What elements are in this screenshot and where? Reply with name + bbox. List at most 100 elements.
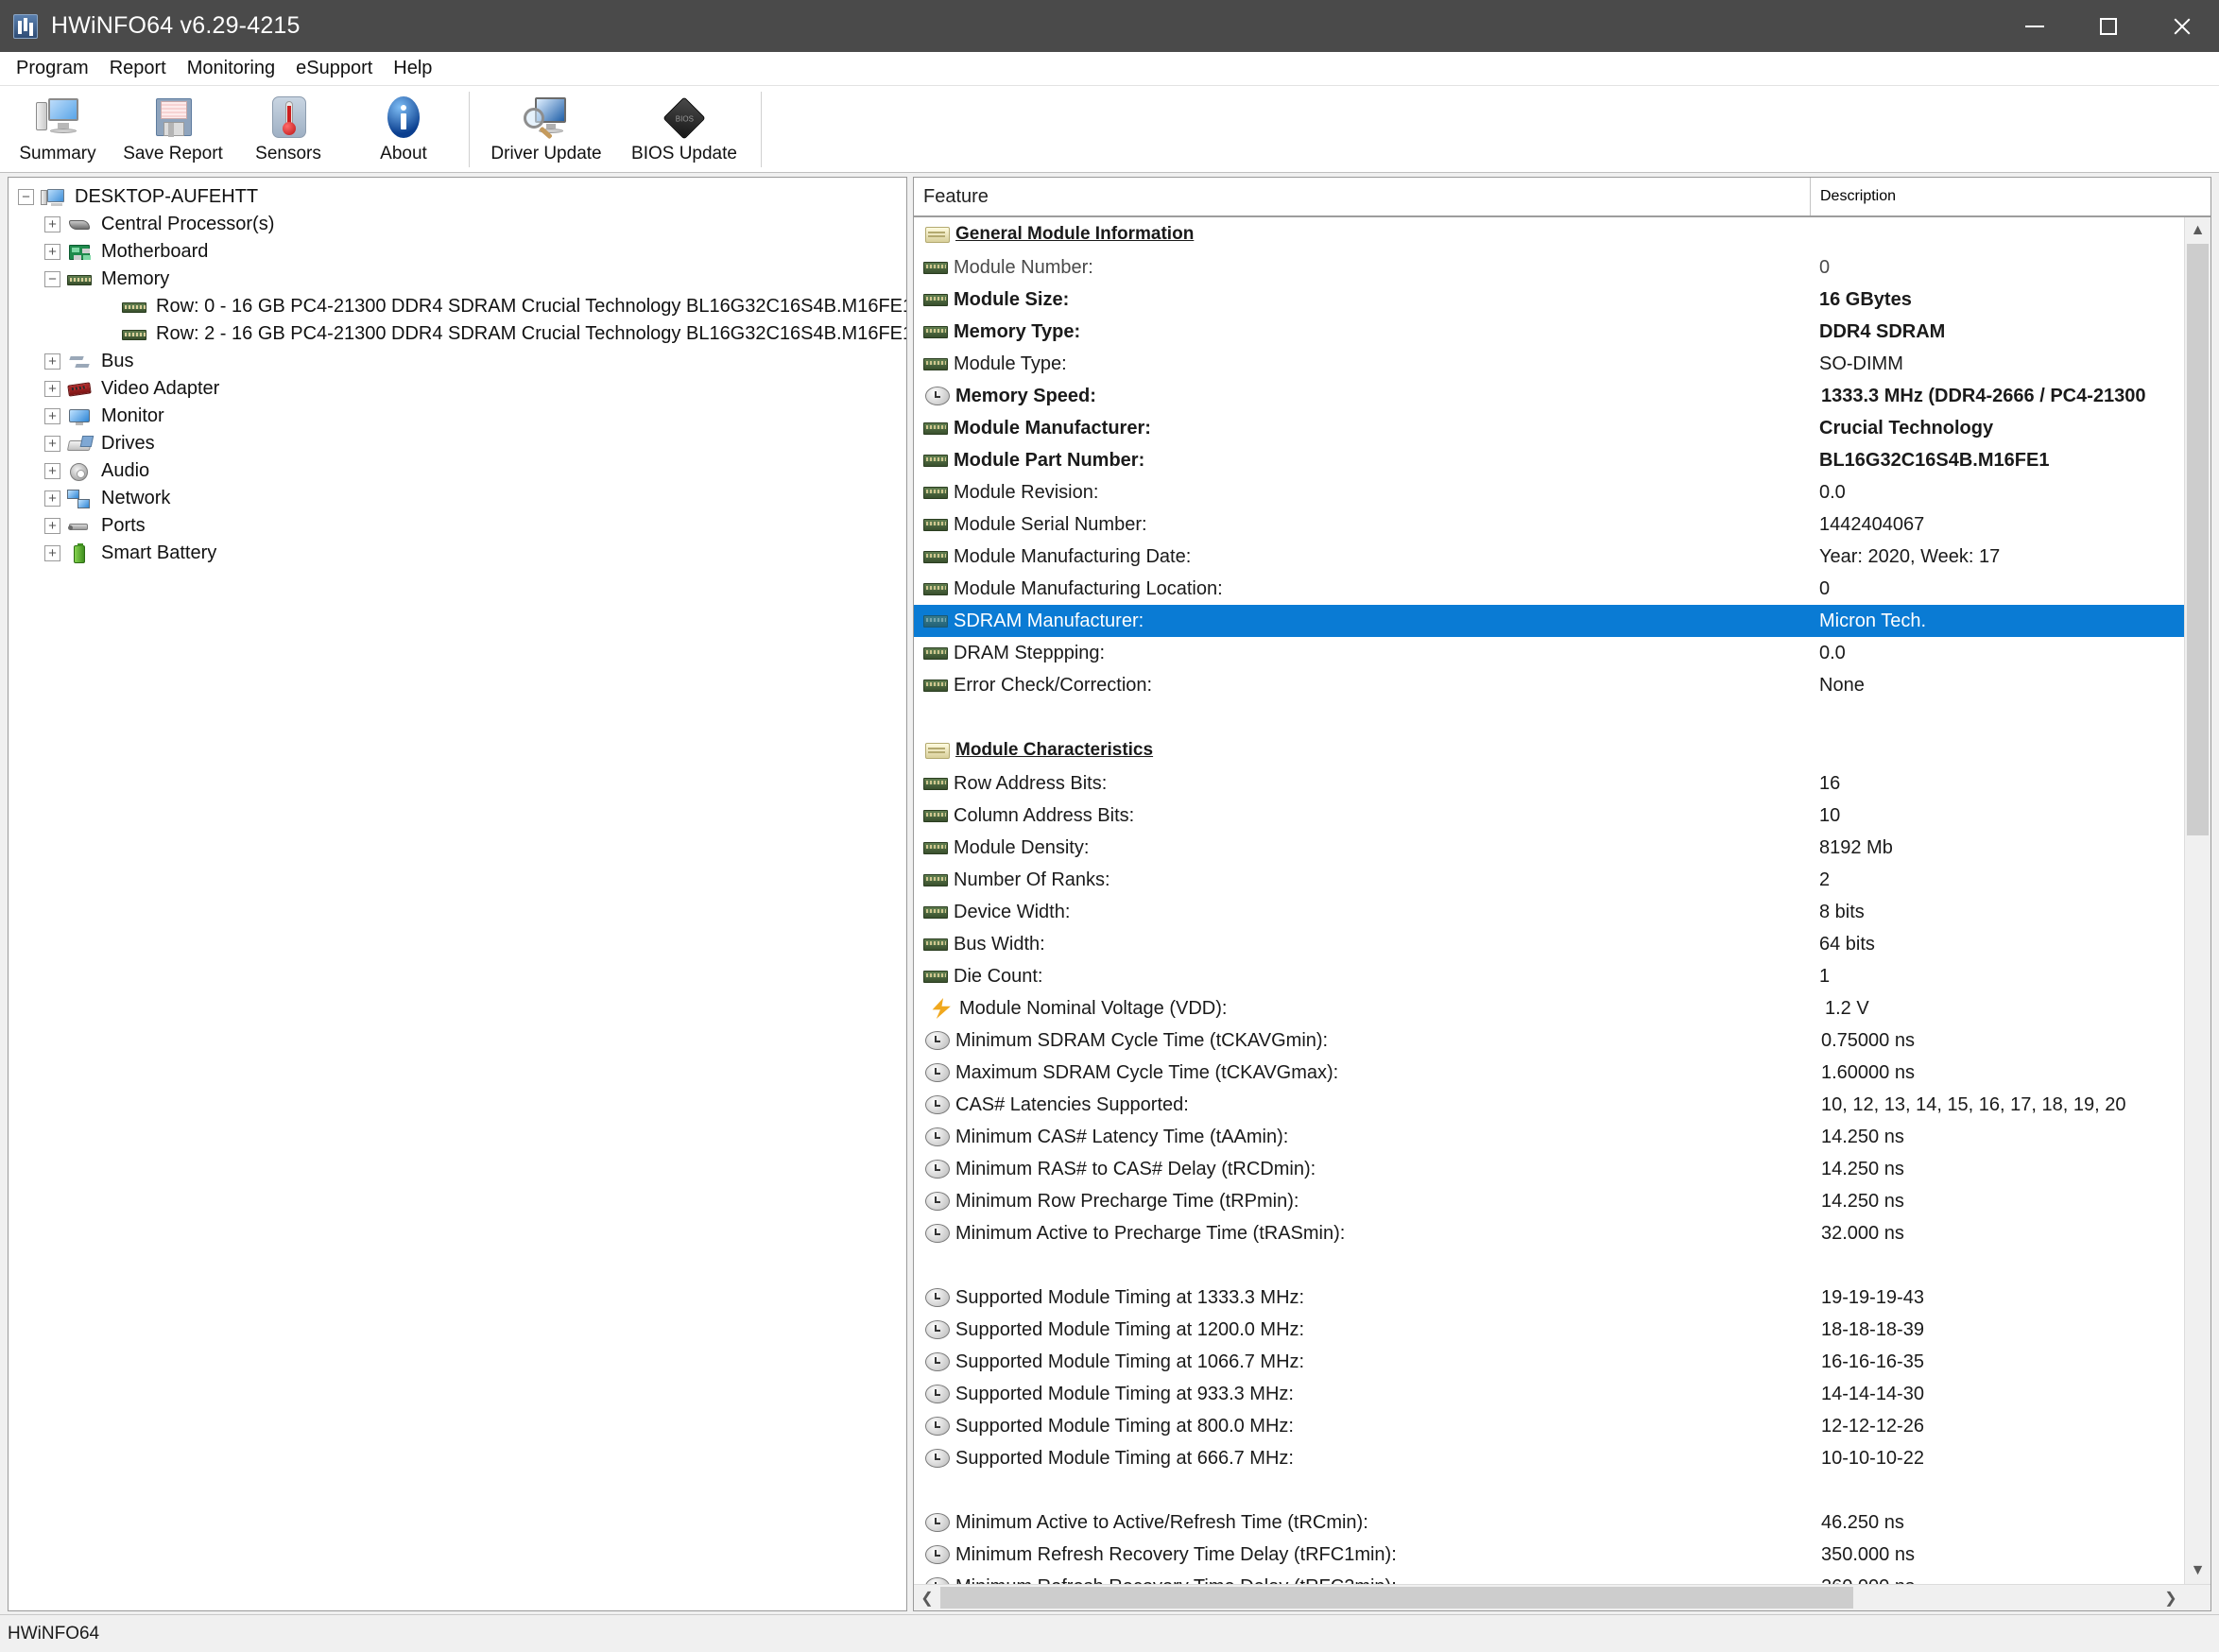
grid-row[interactable]: Minimum Active to Precharge Time (tRASmi… bbox=[914, 1217, 2184, 1249]
grid-row[interactable]: Supported Module Timing at 800.0 MHz: 12-… bbox=[914, 1410, 2184, 1442]
tree-item-central-processors[interactable]: + Central Processor(s) bbox=[18, 211, 906, 238]
hscroll-thumb[interactable] bbox=[940, 1587, 1853, 1609]
grid-section-header[interactable]: Module Characteristics bbox=[914, 733, 2184, 767]
menu-item-program[interactable]: Program bbox=[6, 54, 99, 83]
grid-row[interactable]: Memory Speed: 1333.3 MHz (DDR4-2666 / PC4… bbox=[914, 380, 2184, 412]
grid-row[interactable]: Minimum CAS# Latency Time (tAAmin): 14.25… bbox=[914, 1121, 2184, 1153]
grid-row[interactable]: Memory Type: DDR4 SDRAM bbox=[914, 316, 2184, 348]
cpu-icon bbox=[67, 215, 92, 235]
tree-item-memory-row-0[interactable]: Row: 0 - 16 GB PC4-21300 DDR4 SDRAM Cruc… bbox=[18, 293, 906, 320]
grid-cell-feature: Bus Width: bbox=[954, 933, 1045, 955]
chevron-up-icon[interactable]: ▲ bbox=[2185, 217, 2210, 244]
expander-plus-icon[interactable]: + bbox=[44, 353, 60, 370]
tree-item-video-adapter[interactable]: + Video Adapter bbox=[18, 375, 906, 403]
maximize-button[interactable] bbox=[2072, 0, 2145, 52]
grid-row[interactable]: Minimum Row Precharge Time (tRPmin): 14.2… bbox=[914, 1185, 2184, 1217]
about-button[interactable]: About bbox=[346, 90, 461, 171]
grid-row[interactable]: Module Manufacturer: Crucial Technology bbox=[914, 412, 2184, 444]
grid-row[interactable]: Supported Module Timing at 933.3 MHz: 14-… bbox=[914, 1378, 2184, 1410]
grid-row[interactable]: Module Number: 0 bbox=[914, 251, 2184, 284]
grid-row[interactable]: Minimum Active to Active/Refresh Time (t… bbox=[914, 1506, 2184, 1539]
tree-item-ports[interactable]: + Ports bbox=[18, 512, 906, 540]
horizontal-scrollbar[interactable]: ❮ ❯ bbox=[914, 1584, 2210, 1610]
grid-cell-feature: Minimum SDRAM Cycle Time (tCKAVGmin): bbox=[955, 1029, 1329, 1051]
grid-row[interactable]: Module Revision: 0.0 bbox=[914, 476, 2184, 508]
grid-row[interactable]: Device Width: 8 bits bbox=[914, 896, 2184, 928]
grid-row[interactable]: Number Of Ranks: 2 bbox=[914, 864, 2184, 896]
vscroll-thumb[interactable] bbox=[2187, 244, 2209, 835]
tree-item-memory-row-2[interactable]: Row: 2 - 16 GB PC4-21300 DDR4 SDRAM Cruc… bbox=[18, 320, 906, 348]
grid-row[interactable]: Bus Width: 64 bits bbox=[914, 928, 2184, 960]
grid-row[interactable]: DRAM Steppping: 0.0 bbox=[914, 637, 2184, 669]
device-tree-pane[interactable]: − DESKTOP-AUFEHTT + Central Processor(s)… bbox=[8, 177, 907, 1611]
bus-icon bbox=[67, 352, 92, 372]
ram-icon bbox=[923, 293, 948, 306]
expander-plus-icon[interactable]: + bbox=[44, 518, 60, 534]
vertical-scrollbar[interactable]: ▲ ▼ bbox=[2184, 217, 2210, 1584]
expander-minus-icon[interactable]: − bbox=[44, 271, 60, 287]
expander-plus-icon[interactable]: + bbox=[44, 463, 60, 479]
grid-row[interactable]: Supported Module Timing at 1066.7 MHz: 16… bbox=[914, 1346, 2184, 1378]
menu-item-report[interactable]: Report bbox=[99, 54, 177, 83]
grid-row[interactable]: Module Density: 8192 Mb bbox=[914, 832, 2184, 864]
grid-rows[interactable]: General Module Information Module Number:… bbox=[914, 217, 2184, 1584]
bios-update-button[interactable]: BIOS Update bbox=[615, 90, 753, 171]
grid-row[interactable]: Die Count: 1 bbox=[914, 960, 2184, 992]
grid-row[interactable]: Module Size: 16 GBytes bbox=[914, 284, 2184, 316]
chevron-down-icon[interactable]: ▼ bbox=[2185, 1557, 2210, 1584]
driver-update-button[interactable]: Driver Update bbox=[477, 90, 615, 171]
tree-item-network[interactable]: + Network bbox=[18, 485, 906, 512]
expander-plus-icon[interactable]: + bbox=[44, 244, 60, 260]
expander-plus-icon[interactable]: + bbox=[44, 408, 60, 424]
grid-row[interactable]: Module Nominal Voltage (VDD): 1.2 V bbox=[914, 992, 2184, 1024]
tree-item-drives[interactable]: + Drives bbox=[18, 430, 906, 457]
hscroll-track[interactable] bbox=[940, 1585, 2158, 1610]
grid-row[interactable]: Module Type: SO-DIMM bbox=[914, 348, 2184, 380]
grid-row[interactable]: Supported Module Timing at 1333.3 MHz: 19… bbox=[914, 1282, 2184, 1314]
grid-row[interactable]: Supported Module Timing at 1200.0 MHz: 18… bbox=[914, 1314, 2184, 1346]
tree-item-audio[interactable]: + Audio bbox=[18, 457, 906, 485]
grid-row[interactable]: Minimum RAS# to CAS# Delay (tRCDmin): 14.… bbox=[914, 1153, 2184, 1185]
grid-row[interactable]: Maximum SDRAM Cycle Time (tCKAVGmax): 1.6… bbox=[914, 1057, 2184, 1089]
grid-row[interactable]: Module Manufacturing Location: 0 bbox=[914, 573, 2184, 605]
grid-row[interactable]: Supported Module Timing at 666.7 MHz: 10-… bbox=[914, 1442, 2184, 1474]
expander-plus-icon[interactable]: + bbox=[44, 490, 60, 507]
grid-row[interactable]: Error Check/Correction: None bbox=[914, 669, 2184, 701]
grid-row[interactable]: Module Part Number: BL16G32C16S4B.M16FE1 bbox=[914, 444, 2184, 476]
grid-row[interactable]: CAS# Latencies Supported: 10, 12, 13, 14,… bbox=[914, 1089, 2184, 1121]
close-button[interactable] bbox=[2145, 0, 2219, 52]
summary-button[interactable]: Summary bbox=[0, 90, 115, 171]
grid-row[interactable]: SDRAM Manufacturer: Micron Tech. bbox=[914, 605, 2184, 637]
tree-item-monitor[interactable]: + Monitor bbox=[18, 403, 906, 430]
menu-item-help[interactable]: Help bbox=[383, 54, 442, 83]
menu-item-esupport[interactable]: eSupport bbox=[285, 54, 383, 83]
grid-row[interactable]: Module Serial Number: 1442404067 bbox=[914, 508, 2184, 541]
tree-item-motherboard[interactable]: + Motherboard bbox=[18, 238, 906, 266]
grid-row[interactable]: Column Address Bits: 10 bbox=[914, 800, 2184, 832]
tree-item-smart-battery[interactable]: + Smart Battery bbox=[18, 540, 906, 567]
chevron-left-icon[interactable]: ❮ bbox=[914, 1589, 940, 1608]
save-report-button[interactable]: Save Report bbox=[115, 90, 231, 171]
column-header-feature[interactable]: Feature bbox=[914, 186, 1810, 208]
tree-item-memory[interactable]: − Memory bbox=[18, 266, 906, 293]
vscroll-track[interactable] bbox=[2185, 244, 2210, 1557]
expander-plus-icon[interactable]: + bbox=[44, 436, 60, 452]
expander-plus-icon[interactable]: + bbox=[44, 381, 60, 397]
grid-row[interactable]: Minimum Refresh Recovery Time Delay (tRF… bbox=[914, 1571, 2184, 1584]
grid-row[interactable]: Module Manufacturing Date: Year: 2020, We… bbox=[914, 541, 2184, 573]
minimize-button[interactable] bbox=[1998, 0, 2072, 52]
grid-row[interactable]: Minimum SDRAM Cycle Time (tCKAVGmin): 0.7… bbox=[914, 1024, 2184, 1057]
grid-section-header[interactable]: General Module Information bbox=[914, 217, 2184, 251]
expander-plus-icon[interactable]: + bbox=[44, 216, 60, 232]
column-header-description[interactable]: Description bbox=[1810, 178, 2210, 215]
tree-item-bus[interactable]: + Bus bbox=[18, 348, 906, 375]
grid-cell-description: BL16G32C16S4B.M16FE1 bbox=[1819, 449, 2050, 471]
sensors-button[interactable]: Sensors bbox=[231, 90, 346, 171]
grid-row[interactable]: Row Address Bits: 16 bbox=[914, 767, 2184, 800]
tree-item-desktop[interactable]: − DESKTOP-AUFEHTT bbox=[18, 183, 906, 211]
expander-plus-icon[interactable]: + bbox=[44, 545, 60, 561]
chevron-right-icon[interactable]: ❯ bbox=[2158, 1589, 2184, 1608]
menu-item-monitoring[interactable]: Monitoring bbox=[177, 54, 285, 83]
expander-minus-icon[interactable]: − bbox=[18, 189, 34, 205]
grid-row[interactable]: Minimum Refresh Recovery Time Delay (tRF… bbox=[914, 1539, 2184, 1571]
